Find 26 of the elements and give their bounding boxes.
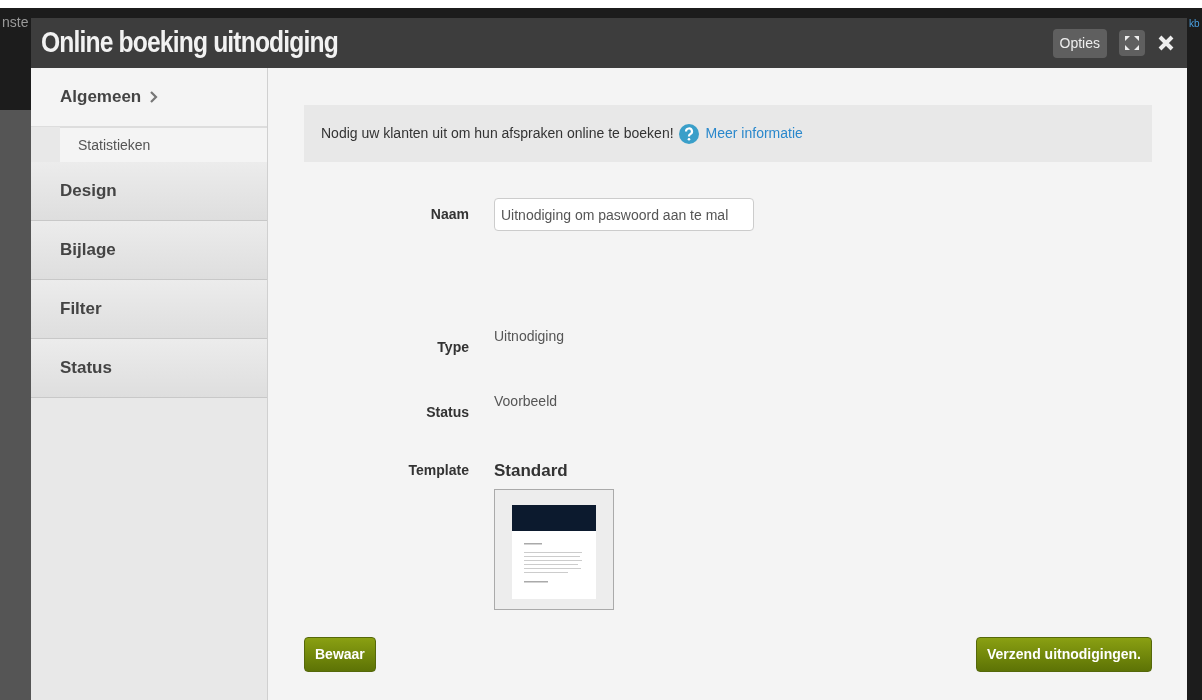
background-tab-label: nste: [2, 13, 29, 32]
sidebar-item[interactable]: Design: [31, 162, 267, 221]
info-text: Nodig uw klanten uit om hun afspraken online te boeken!: [321, 124, 674, 143]
sidebar-item[interactable]: Bijlage: [31, 221, 267, 280]
field-value: Uitnodiging: [494, 327, 566, 346]
window-title: Online boeking uitnodiging: [41, 25, 338, 61]
close-icon[interactable]: [1157, 34, 1175, 52]
sidebar-item[interactable]: Algemeen: [31, 68, 267, 127]
field-label: Status: [425, 403, 469, 422]
options-button[interactable]: Opties: [1052, 28, 1107, 58]
sidebar-subitem[interactable]: Statistieken: [60, 128, 267, 162]
field-label: Type: [436, 338, 469, 357]
fullscreen-button[interactable]: [1119, 30, 1145, 56]
template-name: Standard: [494, 460, 568, 482]
template-thumbnail[interactable]: [494, 488, 614, 610]
send-invitations-button[interactable]: Verzend uitnodigingen.: [976, 636, 1152, 672]
save-button[interactable]: Bewaar: [304, 636, 376, 672]
field-label: Template: [407, 461, 469, 480]
sidebar-item[interactable]: Status: [31, 339, 267, 398]
field-label: Naam: [429, 205, 469, 224]
expand-icon: [1124, 35, 1140, 51]
name-input[interactable]: Uitnodiging om paswoord aan te mal: [494, 198, 754, 231]
field-value: Voorbeeld: [494, 392, 559, 411]
sidebar-item[interactable]: Filter: [31, 280, 267, 339]
chevron-right-icon: [149, 91, 159, 103]
help-icon: [678, 123, 699, 144]
